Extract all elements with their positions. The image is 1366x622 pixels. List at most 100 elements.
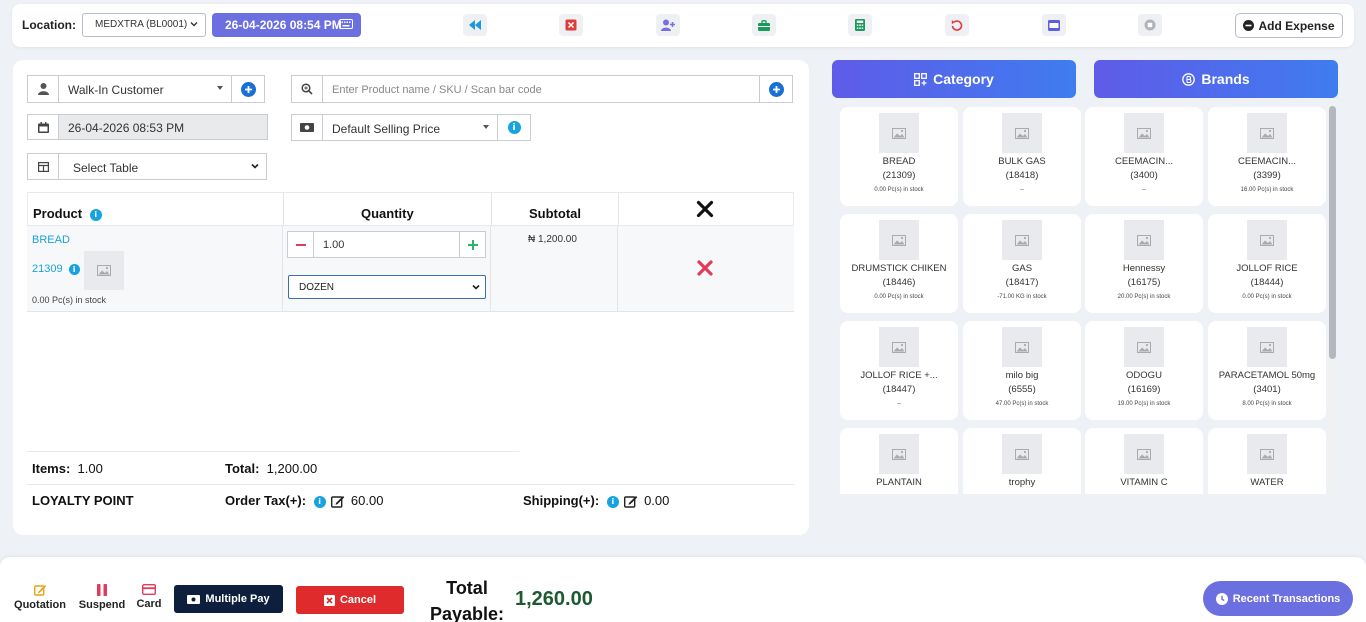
pause-icon [78,584,126,596]
product-card-stock: 16.00 Pc(s) in stock [1240,187,1294,193]
product-card[interactable]: WATER [1208,428,1326,494]
product-card-stock: 47.00 Pc(s) in stock [995,401,1049,407]
location-label: Location: [22,18,76,32]
product-grid-scroll-thumb[interactable] [1329,106,1336,359]
close-box-icon [323,594,335,606]
product-image-placeholder [1247,220,1287,260]
info-icon: i [313,495,326,508]
product-card[interactable]: DRUMSTICK CHIKEN (18446) 0.00 Pc(s) in sto… [840,214,958,313]
table-icon [28,154,59,179]
card-button[interactable]: Card [134,584,164,610]
briefcase-icon[interactable] [752,14,776,36]
remove-row-icon[interactable] [696,259,714,277]
edit-shipping-icon[interactable] [624,495,638,508]
product-image-placeholder [879,113,919,153]
image-icon [1137,234,1151,246]
product-card[interactable]: GAS (18417) -71.00 KG in stock [963,214,1081,313]
product-card[interactable]: JOLLOF RICE (18444) 0.00 Pc(s) in stock [1208,214,1326,313]
product-card[interactable]: BREAD (21309) 0.00 Pc(s) in stock [840,107,958,206]
chevron-down-icon [483,125,489,129]
recent-transactions-button[interactable]: Recent Transactions [1203,581,1353,616]
cart-product-name[interactable]: BREAD [32,234,70,246]
increase-quantity-button[interactable] [459,232,485,257]
search-input[interactable]: Enter Product name / SKU / Scan bar code [332,84,542,96]
info-icon: i [507,121,521,134]
product-image-placeholder [879,220,919,260]
product-card-stock: -- [897,401,901,407]
unit-select[interactable]: DOZEN [288,275,486,299]
calculator-icon[interactable] [848,14,872,36]
rewind-icon[interactable] [463,14,487,36]
cart-product-sku[interactable]: 21309 i [32,263,80,275]
product-card-stock: 0.00 Pc(s) in stock [874,187,924,193]
product-card[interactable]: trophy [963,428,1081,494]
product-card-stock: -- [1020,187,1024,193]
product-card[interactable]: PARACETAMOL 50mg (3401) 8.00 Pc(s) in stoc… [1208,321,1326,420]
edit-icon [12,584,68,596]
datetime-button[interactable]: 26-04-2026 08:54 PM [212,13,361,37]
suspend-button[interactable]: Suspend [78,584,126,611]
product-card[interactable]: ODOGU (16169) 19.00 Pc(s) in stock [1085,321,1203,420]
money-icon [292,115,323,140]
product-search[interactable]: Enter Product name / SKU / Scan bar code [291,75,760,103]
product-card[interactable]: PLANTAIN [840,428,958,494]
info-icon: i [89,208,102,221]
cancel-button[interactable]: Cancel [296,586,404,614]
table-select[interactable]: Select Table [27,153,267,180]
window-icon[interactable] [1042,14,1066,36]
info-icon: i [606,495,619,508]
decrease-quantity-button[interactable] [288,232,314,257]
quotation-button[interactable]: Quotation [12,584,68,611]
add-customer-button[interactable] [231,75,265,103]
minus-icon [295,243,306,246]
top-toolbar: Location: MEDXTRA (BL0001) 26-04-2026 08… [12,4,1354,47]
cart-product-stock: 0.00 Pc(s) in stock [32,295,107,305]
footer-bar: Quotation Suspend Card Multiple Pay Canc… [0,557,1366,622]
chevron-down-icon [189,19,199,29]
close-box-icon[interactable] [559,14,583,36]
product-card[interactable]: VITAMIN C [1085,428,1203,494]
undo-icon[interactable] [945,14,969,36]
product-card-stock: 0.00 Pc(s) in stock [1242,294,1292,300]
info-icon: i [68,263,80,275]
price-group-select[interactable]: Default Selling Price [291,114,498,141]
product-card[interactable]: milo big (6555) 47.00 Pc(s) in stock [963,321,1081,420]
price-group-info-button[interactable]: i [497,114,531,141]
product-card[interactable]: CEEMACIN... (3399) 16.00 Pc(s) in stock [1208,107,1326,206]
quantity-input[interactable]: 1.00 [323,239,344,251]
product-card-stock: 0.00 Pc(s) in stock [874,294,924,300]
brands-button[interactable]: Brands [1094,60,1338,98]
product-card-name: PARACETAMOL 50mg [1218,370,1316,381]
product-card[interactable]: JOLLOF RICE +... (18447) -- [840,321,958,420]
clear-cart-icon[interactable] [696,200,714,218]
add-product-button[interactable] [759,75,793,103]
image-icon [892,448,906,460]
location-select[interactable]: MEDXTRA (BL0001) [82,13,206,37]
shipping: Shipping(+): i 0.00 [523,493,670,508]
transaction-date[interactable]: 26-04-2026 08:53 PM [27,114,268,140]
money-icon [187,594,201,604]
product-card[interactable]: CEEMACIN... (3400) -- [1085,107,1203,206]
product-card-name: JOLLOF RICE +... [860,370,938,381]
product-image-placeholder [1124,327,1164,367]
product-card-stock: 19.00 Pc(s) in stock [1117,401,1171,407]
suspend-label: Suspend [78,599,126,611]
customer-select[interactable]: Walk-In Customer [27,75,232,103]
product-image-placeholder [879,434,919,474]
product-card[interactable]: BULK GAS (18418) -- [963,107,1081,206]
product-card-stock: 8.00 Pc(s) in stock [1242,401,1292,407]
add-user-icon[interactable] [656,14,680,36]
product-card-name: GAS [1011,263,1033,274]
minus-circle-icon [1243,20,1255,31]
category-button[interactable]: Category [832,60,1076,98]
stop-icon[interactable] [1138,14,1162,36]
quotation-label: Quotation [14,599,66,611]
add-expense-button[interactable]: Add Expense [1235,13,1343,38]
product-image-placeholder [1002,434,1042,474]
image-icon [1260,341,1274,353]
product-card[interactable]: Hennessy (16175) 20.00 Pc(s) in stock [1085,214,1203,313]
edit-tax-icon[interactable] [331,495,345,508]
multiple-pay-button[interactable]: Multiple Pay [174,585,283,613]
product-card-code: (16169) [1127,384,1161,395]
plus-circle-icon [240,81,256,97]
